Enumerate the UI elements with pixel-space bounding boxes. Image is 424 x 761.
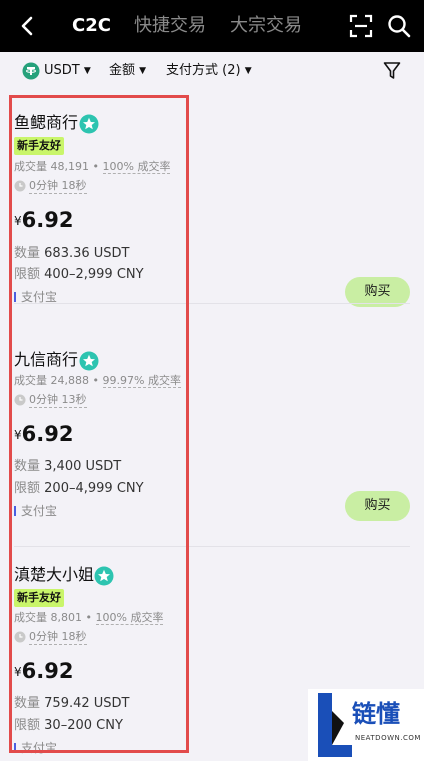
trade-stats: 成交量 24,888 • 99.97% 成交率 xyxy=(14,374,181,388)
amount-selector[interactable]: 金额 ▼ xyxy=(109,62,146,80)
beginner-friendly-badge: 新手友好 xyxy=(14,137,64,155)
payment-color-bar xyxy=(14,506,16,516)
coin-selector-label: USDT xyxy=(44,63,80,78)
trade-volume: 成交量 8,801 xyxy=(14,611,82,624)
search-icon[interactable] xyxy=(386,13,412,39)
watermark-subtext: NEATDOWN.COM xyxy=(355,734,421,742)
completion-rate[interactable]: 100% 成交率 xyxy=(95,611,164,625)
watermark-logo xyxy=(318,693,352,757)
merchant-name[interactable]: 九信商行 xyxy=(14,349,78,371)
completion-rate[interactable]: 99.97% 成交率 xyxy=(102,374,181,388)
payment-color-bar xyxy=(14,743,16,753)
stat-separator: • xyxy=(92,160,103,173)
limit-label: 限额 xyxy=(14,267,41,282)
buy-button[interactable]: 购买 xyxy=(345,491,410,521)
limit-value: 200–4,999 CNY xyxy=(44,481,144,496)
watermark: 链懂 NEATDOWN.COM xyxy=(308,689,424,761)
caret-down-icon: ▼ xyxy=(244,66,252,76)
payment-method: 支付宝 xyxy=(14,503,57,519)
payment-method-selector[interactable]: 支付方式 (2) ▼ xyxy=(166,62,252,80)
available-quantity: 数量 683.36 USDT xyxy=(14,245,130,263)
beginner-friendly-badge: 新手友好 xyxy=(14,589,64,607)
stat-separator: • xyxy=(85,611,96,624)
payment-method-label: 支付方式 (2) xyxy=(166,63,241,78)
offer-list: 鱼鳃商行 新手友好 成交量 48,191 • 100% 成交率 0分钟 18秒 … xyxy=(0,90,424,761)
tab-quick-trade[interactable]: 快捷交易 xyxy=(134,14,206,38)
currency-symbol: ¥ xyxy=(14,428,22,442)
trade-volume: 成交量 24,888 xyxy=(14,374,89,387)
payment-method-name: 支付宝 xyxy=(21,741,58,755)
trade-volume: 成交量 48,191 xyxy=(14,160,89,173)
quantity-label: 数量 xyxy=(14,459,41,474)
available-quantity: 数量 759.42 USDT xyxy=(14,695,130,713)
order-limit: 限额 30–200 CNY xyxy=(14,717,123,735)
price-value: 6.92 xyxy=(21,422,74,446)
caret-down-icon: ▼ xyxy=(139,66,147,76)
filter-bar: USDT ▼ 金额 ▼ 支付方式 (2) ▼ xyxy=(0,52,424,90)
top-nav-bar: C2C 快捷交易 大宗交易 xyxy=(0,0,424,52)
card-divider xyxy=(14,303,410,304)
merchant-name[interactable]: 滇楚大小姐 xyxy=(14,564,94,586)
limit-label: 限额 xyxy=(14,718,41,733)
clock-icon xyxy=(14,180,26,192)
coin-selector[interactable]: USDT ▼ xyxy=(44,62,91,80)
caret-down-icon: ▼ xyxy=(83,66,91,76)
completion-rate[interactable]: 100% 成交率 xyxy=(102,160,171,174)
merchant-name[interactable]: 鱼鳃商行 xyxy=(14,112,78,134)
quantity-value: 3,400 USDT xyxy=(44,459,122,474)
usdt-coin-icon xyxy=(22,62,40,80)
order-limit: 限额 200–4,999 CNY xyxy=(14,480,144,498)
unit-price: ¥6.92 xyxy=(14,422,73,446)
currency-symbol: ¥ xyxy=(14,214,22,228)
verified-merchant-icon xyxy=(79,114,99,134)
scan-icon[interactable] xyxy=(348,13,374,39)
clock-icon xyxy=(14,631,26,643)
offer-card: 九信商行 成交量 24,888 • 99.97% 成交率 0分钟 13秒 ¥6.… xyxy=(0,333,410,547)
quantity-value: 683.36 USDT xyxy=(44,246,130,261)
currency-symbol: ¥ xyxy=(14,665,22,679)
trade-stats: 成交量 8,801 • 100% 成交率 xyxy=(14,611,164,625)
unit-price: ¥6.92 xyxy=(14,208,73,232)
price-value: 6.92 xyxy=(21,208,74,232)
payment-method: 支付宝 xyxy=(14,740,57,756)
order-limit: 限额 400–2,999 CNY xyxy=(14,266,144,284)
payment-color-bar xyxy=(14,292,16,302)
stat-separator: • xyxy=(92,374,103,387)
quantity-label: 数量 xyxy=(14,696,41,711)
available-quantity: 数量 3,400 USDT xyxy=(14,458,121,476)
payment-method-name: 支付宝 xyxy=(21,504,58,518)
avg-release-time: 0分钟 18秒 xyxy=(29,630,87,645)
quantity-label: 数量 xyxy=(14,246,41,261)
back-arrow-icon[interactable] xyxy=(16,13,40,39)
limit-value: 30–200 CNY xyxy=(44,718,123,733)
tab-c2c[interactable]: C2C xyxy=(72,14,111,38)
verified-merchant-icon xyxy=(79,351,99,371)
avg-release-time: 0分钟 13秒 xyxy=(29,393,87,408)
price-value: 6.92 xyxy=(21,659,74,683)
limit-label: 限额 xyxy=(14,481,41,496)
verified-merchant-icon xyxy=(94,566,114,586)
limit-value: 400–2,999 CNY xyxy=(44,267,144,282)
offer-card: 鱼鳃商行 新手友好 成交量 48,191 • 100% 成交率 0分钟 18秒 … xyxy=(0,90,410,307)
watermark-text: 链懂 xyxy=(352,700,400,728)
avg-release-time: 0分钟 18秒 xyxy=(29,179,87,194)
filter-funnel-icon[interactable] xyxy=(383,61,401,81)
amount-selector-label: 金额 xyxy=(109,63,136,78)
quantity-value: 759.42 USDT xyxy=(44,696,130,711)
tab-block-trade[interactable]: 大宗交易 xyxy=(230,14,302,38)
unit-price: ¥6.92 xyxy=(14,659,73,683)
payment-method-name: 支付宝 xyxy=(21,290,58,304)
clock-icon xyxy=(14,394,26,406)
trade-stats: 成交量 48,191 • 100% 成交率 xyxy=(14,160,171,174)
